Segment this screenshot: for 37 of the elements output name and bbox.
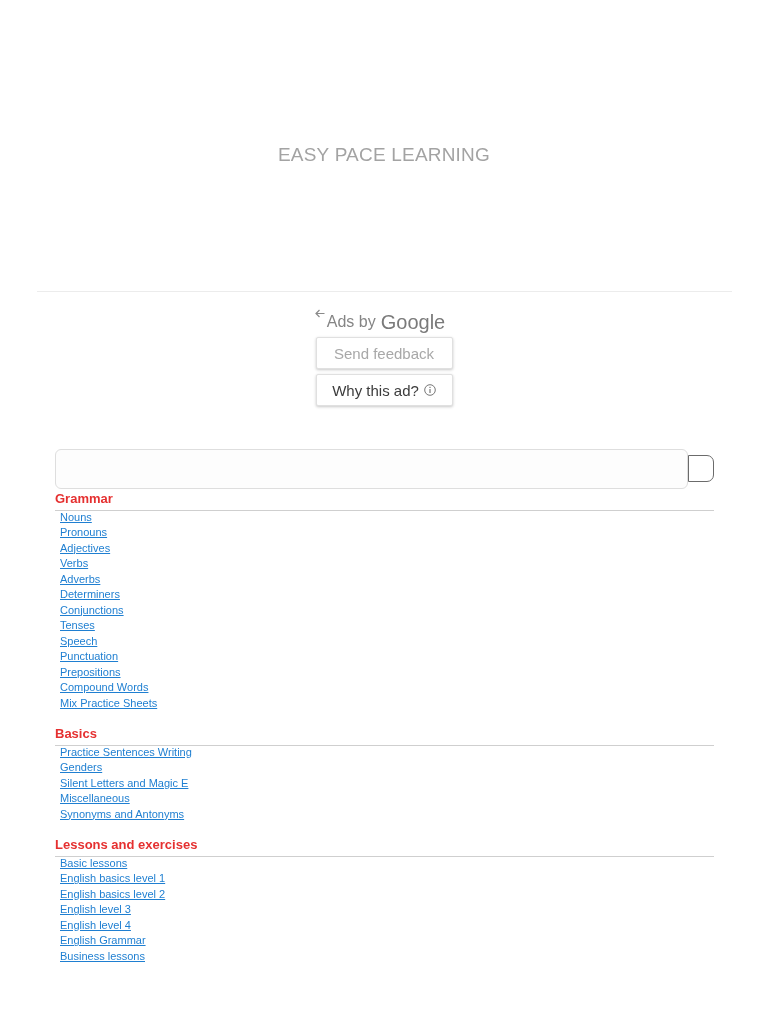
link[interactable]: Speech (60, 634, 98, 648)
send-feedback-button[interactable]: Send feedback (315, 337, 453, 369)
link[interactable]: English basics level 2 (60, 887, 166, 901)
search-field[interactable] (55, 449, 688, 489)
link[interactable]: Conjunctions (60, 603, 124, 617)
info-icon (423, 384, 436, 396)
link[interactable]: Business lessons (60, 949, 145, 963)
link[interactable]: Silent Letters and Magic E (60, 776, 189, 790)
link[interactable]: English level 4 (60, 918, 131, 932)
link[interactable]: Practice Sentences Writing (60, 745, 192, 759)
link[interactable]: Basic lessons (60, 856, 128, 870)
link[interactable]: Adverbs (60, 572, 101, 586)
why-this-ad-button[interactable]: Why this ad? (315, 374, 453, 406)
link[interactable]: Adjectives (60, 541, 111, 555)
link[interactable]: English Grammar (60, 934, 146, 948)
link[interactable]: Genders (60, 761, 103, 775)
section-heading: Grammar (55, 491, 113, 507)
link[interactable]: Prepositions (60, 665, 121, 679)
link[interactable]: Punctuation (60, 650, 119, 664)
ad-brand-text: Google (380, 310, 446, 334)
arrow-left-icon[interactable] (314, 309, 325, 318)
search-button[interactable] (688, 455, 714, 482)
link[interactable]: Verbs (60, 557, 89, 571)
link[interactable]: Miscellaneous (60, 792, 130, 806)
ads-label: Ads by (326, 312, 376, 332)
link[interactable]: Compound Words (60, 681, 149, 695)
link[interactable]: Synonyms and Antonyms (60, 807, 185, 821)
section-heading: Lessons and exercises (55, 837, 198, 853)
section-heading: Basics (55, 726, 97, 742)
site-title: EASY PACE LEARNING (278, 143, 490, 167)
link[interactable]: English basics level 1 (60, 872, 166, 886)
link[interactable]: Determiners (60, 588, 120, 602)
link[interactable]: Tenses (60, 619, 95, 633)
link[interactable]: Pronouns (60, 526, 108, 540)
link[interactable]: Nouns (60, 510, 92, 524)
link[interactable]: Mix Practice Sheets (60, 696, 158, 710)
link[interactable]: English level 3 (60, 903, 131, 917)
